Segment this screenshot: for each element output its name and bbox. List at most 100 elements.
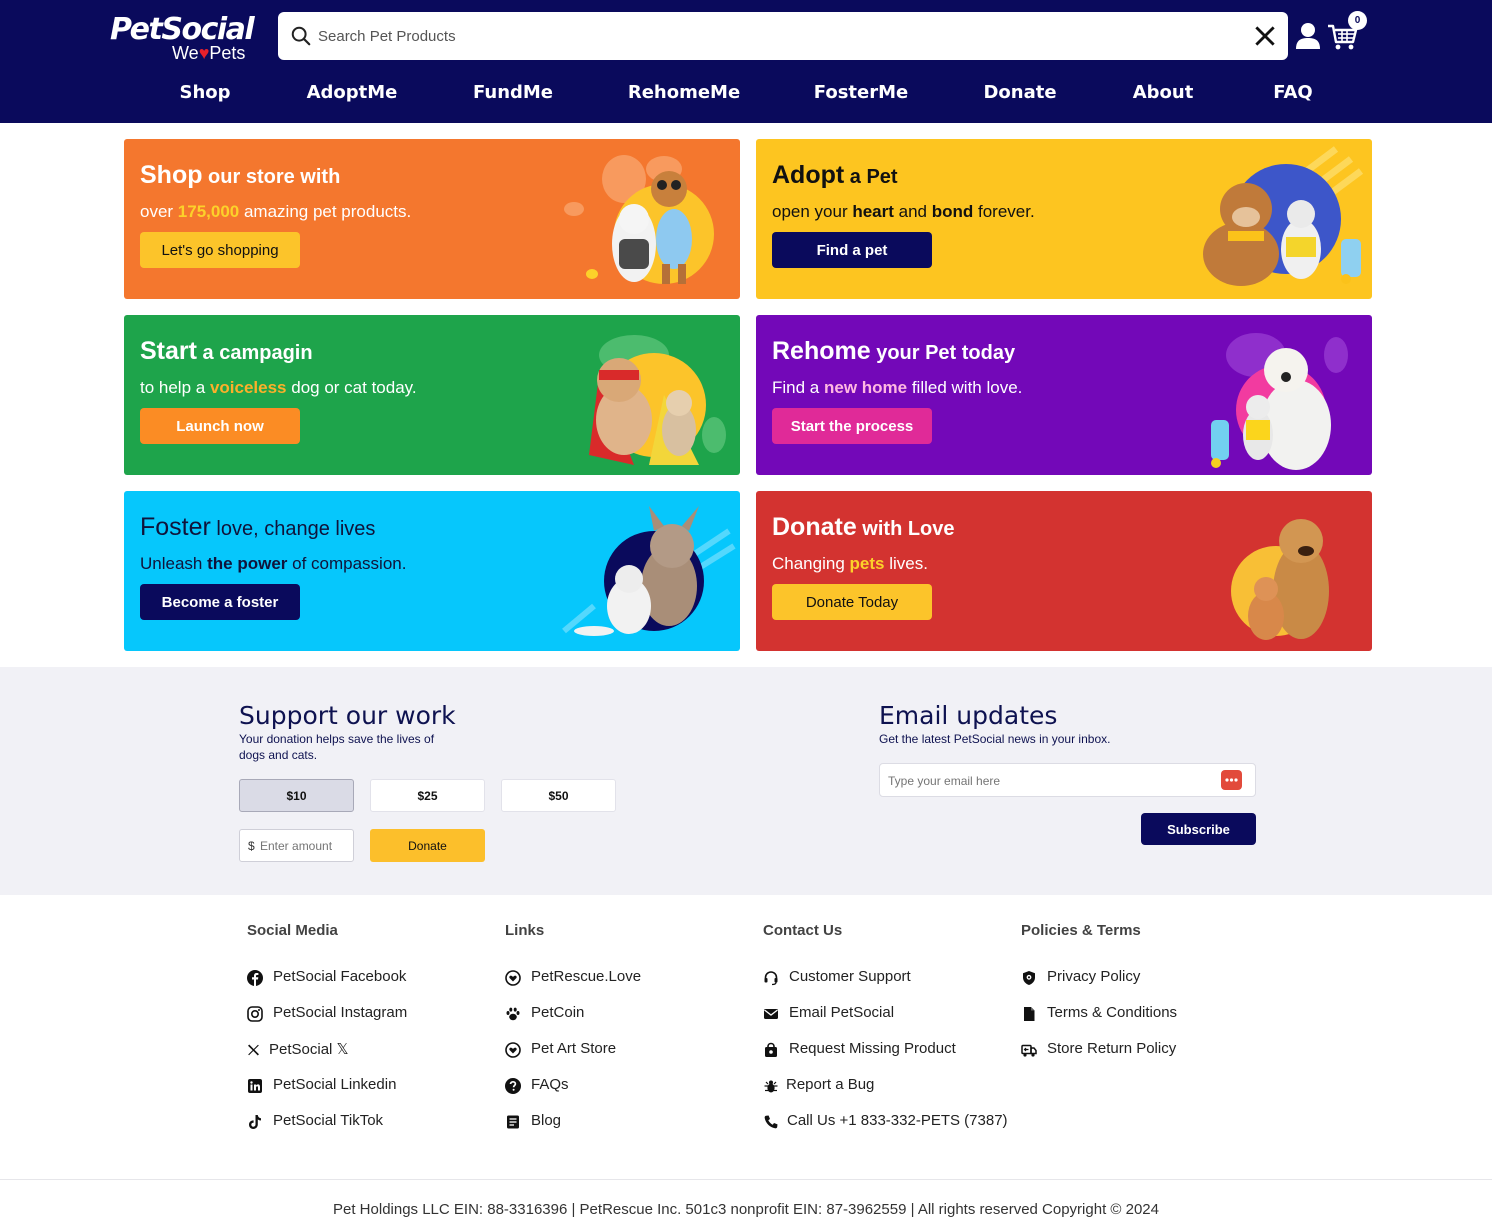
- footer-contact-title: Contact Us: [763, 922, 843, 939]
- heart-circle-icon: [505, 970, 521, 986]
- rehome-sub-highlight: new home: [823, 378, 908, 397]
- campaign-sub-pre: to help a: [140, 378, 210, 397]
- campaign-sub-post: dog or cat today.: [286, 378, 417, 397]
- adopt-card-subtitle: open your heart and bond forever.: [772, 202, 1035, 222]
- campaign-sub-highlight: voiceless: [209, 378, 287, 397]
- rehome-card-title: Rehome your Pet today: [772, 337, 1015, 366]
- support-title: Support our work: [239, 701, 456, 730]
- rehome-title-rest: your Pet today: [870, 342, 1016, 364]
- nav-adoptme[interactable]: AdoptMe: [307, 82, 398, 103]
- donate-card-subtitle: Changing pets lives.: [772, 554, 928, 574]
- envelope-icon: [764, 1009, 778, 1019]
- nav-fundme[interactable]: FundMe: [473, 82, 553, 103]
- shop-card: Shop our store with over 175,000 amazing…: [124, 139, 740, 299]
- donate-title-bold: Donate: [772, 513, 857, 541]
- nav-about[interactable]: About: [1133, 82, 1194, 103]
- amount-50-button[interactable]: $50: [501, 779, 616, 812]
- nav-shop[interactable]: Shop: [179, 82, 230, 103]
- rehome-sub-pre: Find a: [772, 378, 824, 397]
- bag-icon: [765, 1042, 777, 1057]
- adopt-sub-mid: and: [893, 202, 932, 221]
- heart-icon: ♥: [198, 43, 210, 63]
- shop-title-rest: our store with: [202, 166, 341, 188]
- rehome-title-bold: Rehome: [772, 337, 871, 365]
- adopt-card: Adopt a Pet open your heart and bond for…: [756, 139, 1372, 299]
- amount-25-button[interactable]: $25: [370, 779, 485, 812]
- start-the-process-button[interactable]: Start the process: [772, 408, 932, 444]
- site-header: PetSocial We♥Pets 0 Shop AdoptMe FundMe …: [0, 0, 1492, 123]
- donate-submit-button[interactable]: Donate: [370, 829, 485, 862]
- linkedin-icon: [248, 1079, 262, 1093]
- password-manager-icon[interactable]: [1221, 770, 1242, 790]
- custom-amount-input[interactable]: [260, 836, 352, 856]
- instagram-icon: [247, 1006, 263, 1022]
- email-updates-subtitle: Get the latest PetSocial news in your in…: [879, 732, 1111, 746]
- nav-faq[interactable]: FAQ: [1273, 82, 1312, 103]
- support-subtitle-line1: Your donation helps save the lives of: [239, 732, 435, 746]
- subscribe-button[interactable]: Subscribe: [1141, 813, 1256, 845]
- logo-wordmark: PetSocial: [110, 12, 255, 47]
- currency-symbol: $: [248, 839, 255, 853]
- donate-title-rest: with Love: [856, 518, 955, 540]
- find-a-pet-button[interactable]: Find a pet: [772, 232, 932, 268]
- logo-tagline: We♥Pets: [172, 43, 245, 64]
- bulldog-and-cat-illustration: [1203, 146, 1364, 286]
- nav-donate[interactable]: Donate: [983, 82, 1056, 103]
- footer-divider: [0, 1179, 1492, 1180]
- support-section: Support our work Your donation helps sav…: [0, 667, 1492, 895]
- adopt-sub-highlight-2: bond: [931, 202, 974, 221]
- foster-sub-highlight: the power: [207, 554, 288, 573]
- labrador-and-cat-illustration: [1211, 333, 1348, 470]
- shield-icon: [1023, 971, 1035, 985]
- blog-icon: [507, 1115, 519, 1129]
- cat-and-dog-illustration: [564, 155, 714, 284]
- search-icon[interactable]: [290, 25, 312, 47]
- paw-icon: [506, 1007, 520, 1021]
- search-bar: [278, 12, 1288, 60]
- bug-icon: [764, 1080, 778, 1093]
- campaign-card: Start a campagin to help a voiceless dog…: [124, 315, 740, 475]
- logo-tagline-pets: Pets: [209, 43, 246, 63]
- email-input[interactable]: [888, 771, 1208, 791]
- become-a-foster-button[interactable]: Become a foster: [140, 584, 300, 620]
- main-nav: Shop AdoptMe FundMe RehomeMe FosterMe Do…: [0, 74, 1492, 114]
- donate-card: Donate with Love Changing pets lives. Do…: [756, 491, 1372, 651]
- support-subtitle: Your donation helps save the lives of dog…: [239, 731, 434, 763]
- shop-title-bold: Shop: [140, 161, 203, 189]
- foster-card: Foster love, change lives Unleash the po…: [124, 491, 740, 651]
- adopt-title-bold: Adopt: [772, 161, 845, 189]
- document-icon: [1024, 1007, 1035, 1021]
- cart-count-badge: 0: [1348, 11, 1367, 30]
- footer-social-title: Social Media: [247, 922, 338, 939]
- rehome-card-subtitle: Find a new home filled with love.: [772, 378, 1022, 398]
- golden-retriever-and-cat-illustration: [1231, 519, 1329, 640]
- donate-today-button[interactable]: Donate Today: [772, 584, 932, 620]
- adopt-sub-pre: open your: [772, 202, 853, 221]
- foster-sub-pre: Unleash: [140, 554, 208, 573]
- footer-policies-title: Policies & Terms: [1021, 922, 1141, 939]
- french-bulldog-and-cat-illustration: [562, 506, 736, 636]
- search-input[interactable]: [318, 20, 1218, 52]
- foster-title-rest: love, change lives: [210, 518, 376, 540]
- adopt-sub-post: forever.: [973, 202, 1035, 221]
- legal-text: Pet Holdings LLC EIN: 88-3316396 | PetRe…: [333, 1201, 1159, 1218]
- support-subtitle-line2: dogs and cats.: [239, 748, 318, 762]
- nav-fosterme[interactable]: FosterMe: [814, 82, 908, 103]
- lets-go-shopping-button[interactable]: Let's go shopping: [140, 232, 300, 268]
- close-icon[interactable]: [1252, 23, 1278, 49]
- shop-card-title: Shop our store with: [140, 161, 340, 190]
- user-account-icon[interactable]: [1295, 22, 1321, 50]
- adopt-sub-highlight: heart: [852, 202, 894, 221]
- petsocial-logo[interactable]: PetSocial We♥Pets: [110, 8, 260, 66]
- campaign-card-title: Start a campagin: [140, 337, 313, 366]
- donate-card-title: Donate with Love: [772, 513, 955, 542]
- campaign-card-subtitle: to help a voiceless dog or cat today.: [140, 378, 417, 398]
- facebook-icon: [247, 970, 263, 986]
- launch-now-button[interactable]: Launch now: [140, 408, 300, 444]
- nav-rehomeme[interactable]: RehomeMe: [628, 82, 740, 103]
- superhero-pets-illustration: [589, 335, 726, 465]
- heart-circle-icon: [505, 1042, 521, 1058]
- adopt-title-rest: a Pet: [844, 166, 898, 188]
- shop-sub-highlight: 175,000: [177, 202, 240, 221]
- amount-10-button[interactable]: $10: [239, 779, 354, 812]
